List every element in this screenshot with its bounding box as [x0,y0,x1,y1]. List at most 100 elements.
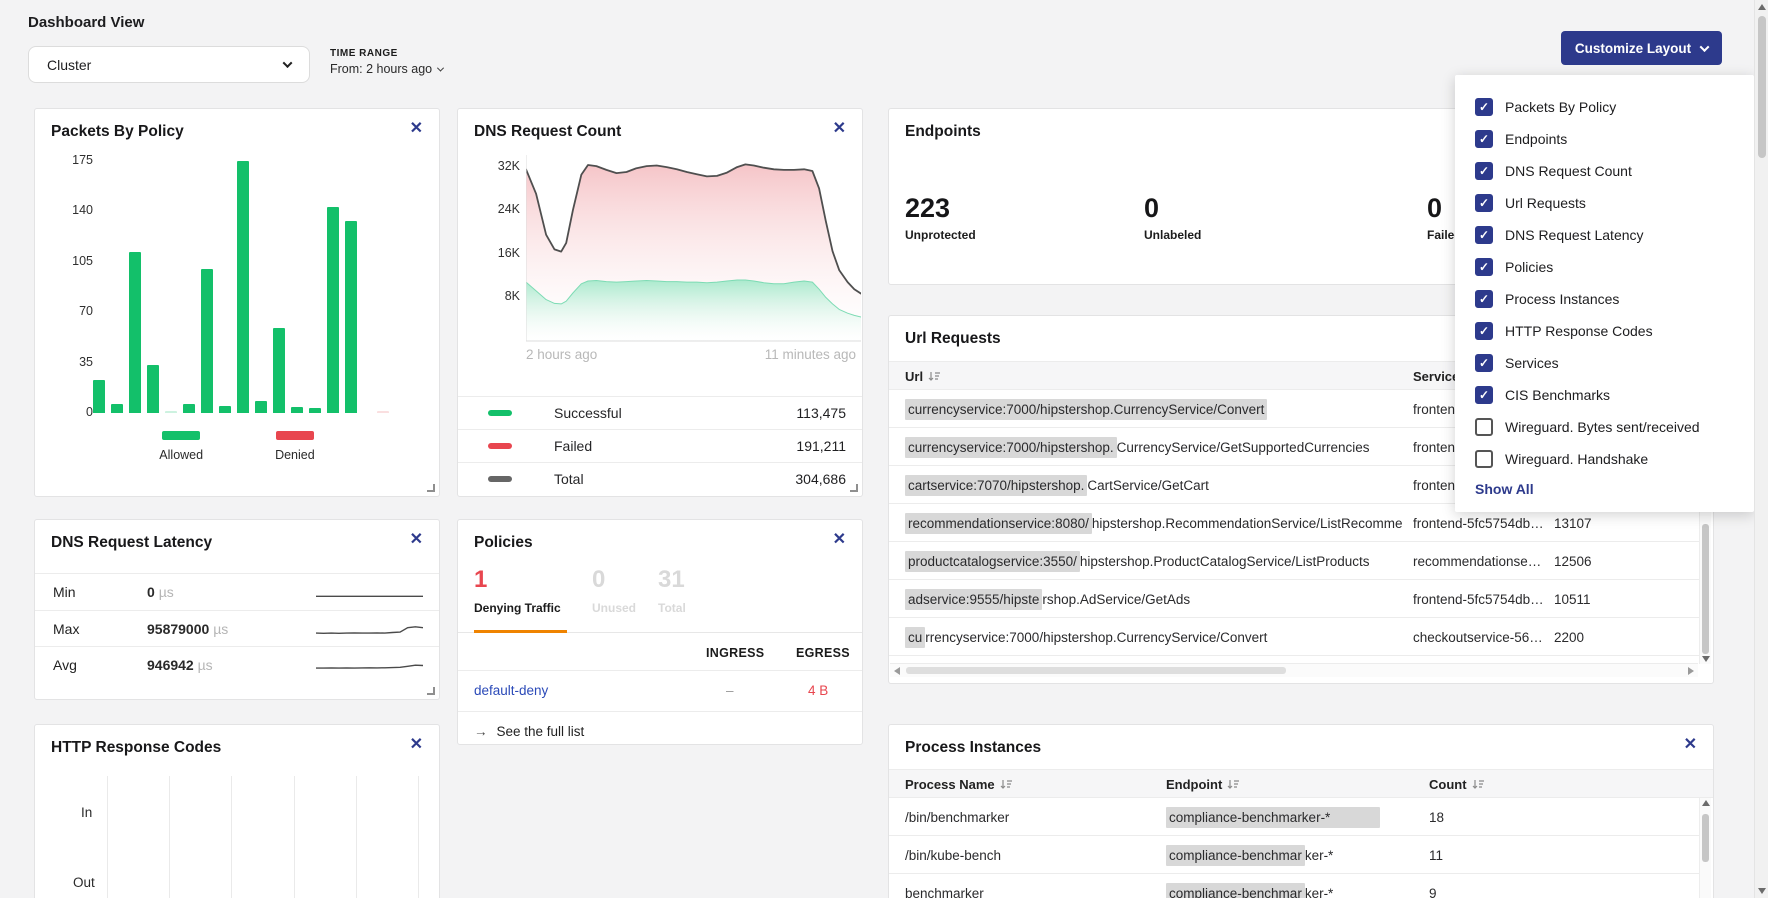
checkbox-checked-icon[interactable]: ✓ [1475,386,1493,404]
highlighted-text: cartservice:7070/hipstershop. [905,475,1087,496]
legend-label: Successful [554,405,622,421]
table-horizontal-scrollbar[interactable] [890,663,1698,677]
policy-row[interactable]: default-deny–4 B [458,670,862,712]
checkbox-checked-icon[interactable]: ✓ [1475,194,1493,212]
column-header-endpoint[interactable]: Endpoint [1166,770,1240,799]
menu-item-process-instances[interactable]: ✓Process Instances [1475,283,1734,315]
grid-line [169,776,170,898]
highlighted-text: compliance-benchmar [1166,883,1305,898]
column-header-process-name[interactable]: Process Name [905,770,1013,799]
menu-item-label: CIS Benchmarks [1505,387,1610,403]
checkbox-checked-icon[interactable]: ✓ [1475,290,1493,308]
scroll-up-arrow-icon[interactable] [1758,4,1766,10]
sparkline-path [316,626,423,633]
menu-item-wireguard-bytes-sent-received[interactable]: Wireguard. Bytes sent/received [1475,411,1734,443]
close-icon[interactable]: ✕ [408,530,425,550]
sort-icon[interactable] [928,371,941,382]
sort-icon[interactable] [1227,779,1240,790]
customize-layout-button[interactable]: Customize Layout [1561,31,1722,65]
see-full-list-label: See the full list [497,724,585,739]
menu-item-dns-request-count[interactable]: ✓DNS Request Count [1475,155,1734,187]
checkbox-unchecked-icon[interactable] [1475,418,1493,436]
y-axis-tick-label: 24K [478,202,520,216]
bar [219,406,231,413]
time-range-from-control[interactable]: From: 2 hours ago [330,62,443,76]
legend-value: 191,211 [796,438,846,454]
checkbox-checked-icon[interactable]: ✓ [1475,98,1493,116]
scrollbar-thumb[interactable] [906,667,1286,674]
table-row[interactable]: currencyservice:7000/hipstershop.Currenc… [889,618,1699,656]
count-cell: 18 [1429,798,1509,836]
menu-item-services[interactable]: ✓Services [1475,347,1734,379]
bar [165,411,177,413]
table-row[interactable]: /bin/benchmarkercompliance-benchmarker-*… [889,798,1699,836]
see-full-list-link[interactable]: → See the full list [474,724,584,739]
checkbox-checked-icon[interactable]: ✓ [1475,130,1493,148]
url-text: rshop.AdService/GetAds [1042,592,1190,607]
column-header-service[interactable]: Service [1413,362,1459,391]
grid-line [294,776,295,898]
stat-value: 223 [905,195,976,222]
menu-item-cis-benchmarks[interactable]: ✓ CIS Benchmarks [1475,379,1734,411]
checkbox-checked-icon[interactable]: ✓ [1475,354,1493,372]
tab-denying-traffic[interactable]: 1Denying Traffic [474,568,570,615]
y-axis-label-in: In [81,805,92,820]
scrollbar-thumb[interactable] [1702,524,1709,654]
scroll-down-arrow-icon[interactable] [1702,656,1710,662]
tab-unused[interactable]: 0Unused [592,568,636,615]
close-icon[interactable]: ✕ [831,530,848,550]
y-axis-tick-label: 8K [478,289,520,303]
close-icon[interactable]: ✕ [408,119,425,139]
table-row[interactable]: adservice:9555/hipstershop.AdService/Get… [889,580,1699,618]
menu-item-label: Endpoints [1505,131,1567,147]
column-header-url[interactable]: Url [905,362,941,391]
menu-item-endpoints[interactable]: ✓ Endpoints [1475,123,1734,155]
scroll-left-arrow-icon[interactable] [894,667,900,675]
checkbox-checked-icon[interactable]: ✓ [1475,258,1493,276]
legend-label: Denied [275,448,315,462]
table-row[interactable]: productcatalogservice:3550/hipstershop.P… [889,542,1699,580]
table-row[interactable]: /bin/kube-benchcompliance-benchmarker-*1… [889,836,1699,874]
column-header-count[interactable]: Count [1429,770,1485,799]
table-vertical-scrollbar[interactable] [1699,798,1711,898]
scroll-up-arrow-icon[interactable] [1702,800,1710,806]
show-all-link[interactable]: Show All [1475,481,1734,497]
checkbox-checked-icon[interactable]: ✓ [1475,322,1493,340]
close-icon[interactable]: ✕ [831,119,848,139]
stat-label: Unprotected [905,228,976,242]
scrollbar-thumb[interactable] [1702,814,1709,862]
sort-icon[interactable] [1472,779,1485,790]
menu-item-wireguard-handshake[interactable]: Wireguard. Handshake [1475,443,1734,475]
checkbox-unchecked-icon[interactable] [1475,450,1493,468]
stat-unprotected: 223 Unprotected [905,195,976,242]
time-range-from-value: From: 2 hours ago [330,62,432,76]
resize-handle[interactable] [427,687,435,695]
checkbox-checked-icon[interactable]: ✓ [1475,162,1493,180]
scrollbar-thumb[interactable] [1758,16,1766,158]
menu-item-label: Url Requests [1505,195,1586,211]
menu-item-url-requests[interactable]: ✓ Url Requests [1475,187,1734,219]
menu-item-packets-by-policy[interactable]: ✓Packets By Policy [1475,91,1734,123]
tab-total[interactable]: 31Total [658,568,686,615]
menu-item-http-response-codes[interactable]: ✓HTTP Response Codes [1475,315,1734,347]
sort-icon[interactable] [1000,779,1013,790]
card-http-response-codes: HTTP Response Codes ✕ In Out [34,724,440,898]
highlighted-text: currencyservice:7000/hipstershop. [905,437,1117,458]
table-row[interactable]: benchmarkercompliance-benchmarker-*9 [889,874,1699,898]
close-icon[interactable]: ✕ [1682,735,1699,755]
resize-handle[interactable] [427,484,435,492]
menu-item-label: DNS Request Latency [1505,227,1644,243]
scroll-right-arrow-icon[interactable] [1688,667,1694,675]
grid-line [356,776,357,898]
scroll-down-arrow-icon[interactable] [1758,888,1766,894]
menu-item-policies[interactable]: ✓Policies [1475,251,1734,283]
page-scrollbar[interactable] [1754,0,1768,898]
card-title: Endpoints [905,123,981,141]
close-icon[interactable]: ✕ [408,735,425,755]
view-select[interactable]: Cluster [28,46,310,83]
policy-name-link[interactable]: default-deny [474,683,548,698]
latency-row-avg: Avg946942 µs [35,646,439,682]
menu-item-dns-request-latency[interactable]: ✓ DNS Request Latency [1475,219,1734,251]
resize-handle[interactable] [850,484,858,492]
checkbox-checked-icon[interactable]: ✓ [1475,226,1493,244]
